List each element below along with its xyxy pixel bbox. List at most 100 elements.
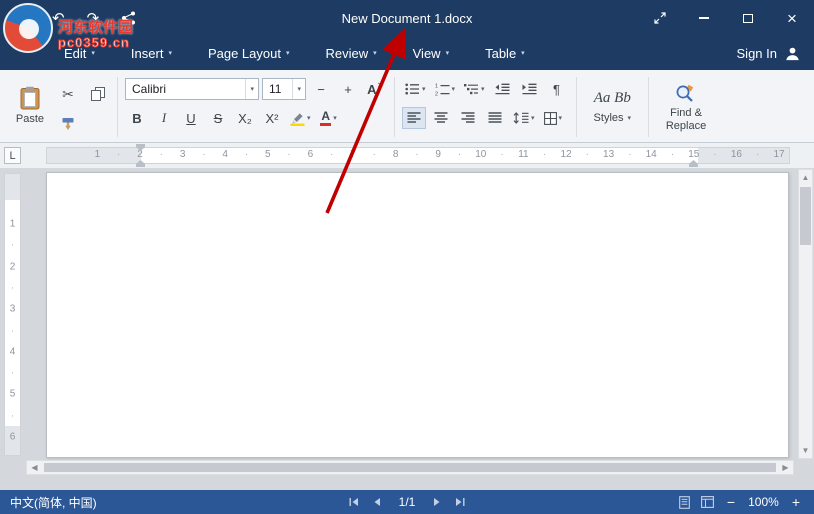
menu-tab-edit[interactable]: Edit ▾ xyxy=(64,46,95,61)
show-formatting-marks-button[interactable]: ¶ xyxy=(545,78,569,100)
v-ruler-number: 1 xyxy=(9,218,16,230)
zoom-level: 100% xyxy=(748,495,779,509)
italic-button[interactable]: I xyxy=(152,107,176,129)
font-size-select[interactable]: 11 ▾ xyxy=(262,78,306,100)
h-ruler-tick: · xyxy=(543,149,547,160)
format-painter-button[interactable] xyxy=(56,113,80,135)
chevron-down-icon: ▾ xyxy=(521,49,525,57)
find-replace-icon xyxy=(676,84,694,102)
highlight-color-button[interactable]: ▾ xyxy=(287,107,314,129)
vertical-scroll-thumb[interactable] xyxy=(800,187,811,245)
close-button[interactable]: × xyxy=(770,0,814,36)
bullet-list-button[interactable]: ▾ xyxy=(402,78,429,100)
font-color-button[interactable]: A ▾ xyxy=(317,107,341,129)
align-center-button[interactable] xyxy=(429,107,453,129)
horizontal-scroll-thumb[interactable] xyxy=(44,463,776,472)
menu-tab-label: Table xyxy=(485,45,517,61)
highlighter-icon xyxy=(290,112,305,126)
zoom-out-button[interactable]: − xyxy=(725,495,737,509)
close-icon: × xyxy=(787,8,797,28)
align-center-icon xyxy=(434,112,448,123)
numbered-list-icon: 12 xyxy=(435,83,450,96)
next-page-button[interactable] xyxy=(432,497,442,507)
clear-formatting-button[interactable]: A × xyxy=(363,78,387,100)
borders-icon xyxy=(543,111,557,125)
redo-button[interactable]: ↷ xyxy=(87,9,100,27)
h-ruler-number: 5 xyxy=(265,149,271,160)
maximize-button[interactable] xyxy=(726,0,770,36)
menu-tab-label: Page Layout xyxy=(207,45,281,61)
document-page[interactable] xyxy=(46,172,789,458)
language-status[interactable]: 中文(简体, 中国) xyxy=(10,494,97,511)
strikethrough-button[interactable]: S xyxy=(206,107,230,129)
chevron-down-icon: ▾ xyxy=(91,49,95,57)
subscript-button[interactable]: X₂ xyxy=(233,107,257,129)
align-justify-button[interactable] xyxy=(483,107,507,129)
bold-button[interactable]: B xyxy=(125,107,149,129)
decrease-indent-button[interactable] xyxy=(491,78,515,100)
h-ruler-number: 6 xyxy=(307,149,314,160)
chevron-down-icon: ▾ xyxy=(250,85,254,93)
undo-button[interactable]: ↶ xyxy=(52,9,65,27)
menu-tab-table[interactable]: Table ▾ xyxy=(485,46,525,61)
chevron-down-icon: ▾ xyxy=(558,114,563,122)
last-page-button[interactable] xyxy=(455,497,465,507)
minimize-button[interactable] xyxy=(682,0,726,36)
styles-button[interactable]: Aa Bb Styles ▾ xyxy=(584,75,641,139)
web-layout-view-button[interactable] xyxy=(700,496,714,508)
font-color-swatch xyxy=(320,123,332,126)
scroll-up-button[interactable]: ▲ xyxy=(799,170,812,185)
v-ruler-number: 4 xyxy=(9,346,16,358)
menu-tab-label: View xyxy=(412,45,441,61)
tab-stop-selector[interactable]: L xyxy=(4,147,21,164)
arrange-windows-button[interactable] xyxy=(638,0,682,36)
increase-indent-button[interactable] xyxy=(518,78,542,100)
find-replace-button[interactable]: Find & Replace xyxy=(656,75,716,139)
scroll-left-button[interactable]: ◀ xyxy=(27,461,42,474)
menu-tab-insert[interactable]: Insert ▾ xyxy=(131,46,172,61)
save-button[interactable] xyxy=(16,11,30,25)
menu-tab-label: Edit xyxy=(64,45,87,61)
scroll-right-button[interactable]: ▶ xyxy=(778,461,793,474)
scroll-down-button[interactable]: ▼ xyxy=(799,443,812,458)
copy-button[interactable] xyxy=(86,83,110,105)
multilevel-list-button[interactable]: ▾ xyxy=(461,78,488,100)
horizontal-scrollbar[interactable]: ◀ ▶ xyxy=(26,460,794,475)
increase-font-size-button[interactable]: + xyxy=(336,78,360,100)
ruler-row: L 1 · 2 · 3 · 4 · 5 · 6 · 7 · 8 · 9 · 10 · 11 · 12 · 13 · 14 · 15 · 16… xyxy=(0,143,814,168)
clear-formatting-letter: A xyxy=(367,81,377,97)
h-ruler-number: 1 xyxy=(94,149,101,160)
align-right-button[interactable] xyxy=(456,107,480,129)
numbered-list-button[interactable]: 12 ▾ xyxy=(432,78,459,100)
vertical-scrollbar[interactable]: ▲ ▼ xyxy=(798,169,813,459)
clipboard-mini-buttons: ✂ xyxy=(56,75,110,135)
chevron-down-icon: ▾ xyxy=(297,85,301,93)
previous-page-button[interactable] xyxy=(372,497,382,507)
line-spacing-button[interactable]: ▾ xyxy=(510,107,538,129)
next-page-icon xyxy=(434,498,440,506)
find-replace-label: Find & Replace xyxy=(665,106,707,132)
superscript-button[interactable]: X² xyxy=(260,107,284,129)
borders-button[interactable]: ▾ xyxy=(541,107,566,129)
decrease-font-size-button[interactable]: − xyxy=(309,78,333,100)
zoom-in-button[interactable]: + xyxy=(790,495,802,509)
sign-in-button[interactable]: Sign In xyxy=(737,46,800,61)
clipboard-group: Paste ✂ xyxy=(8,75,110,139)
first-page-button[interactable] xyxy=(349,497,359,507)
h-ruler-number: 12 xyxy=(560,149,572,160)
vertical-ruler[interactable]: 1 · 2 · 3 · 4 · 5 · 6 xyxy=(4,173,21,456)
print-layout-view-button[interactable] xyxy=(679,495,690,509)
share-button[interactable] xyxy=(121,11,136,25)
underline-button[interactable]: U xyxy=(179,107,203,129)
align-left-button[interactable] xyxy=(402,107,426,129)
cut-button[interactable]: ✂ xyxy=(56,83,80,105)
menu-tab-review[interactable]: Review ▾ xyxy=(325,46,376,61)
menu-tab-view[interactable]: View ▾ xyxy=(413,46,449,61)
paragraph-group: ▾ 12 ▾ ▾ ¶ ▾ ▾ xyxy=(402,75,569,139)
horizontal-ruler[interactable]: 1 · 2 · 3 · 4 · 5 · 6 · 7 · 8 · 9 · 10 · 11 · 12 · 13 · 14 · 15 · 16 · 1… xyxy=(46,144,790,167)
chevron-down-icon: ▾ xyxy=(445,49,450,57)
web-layout-icon xyxy=(700,496,714,508)
font-name-select[interactable]: Calibri ▾ xyxy=(125,78,259,100)
paste-button[interactable]: Paste xyxy=(8,75,52,135)
menu-tab-page-layout[interactable]: Page Layout ▾ xyxy=(208,46,290,61)
